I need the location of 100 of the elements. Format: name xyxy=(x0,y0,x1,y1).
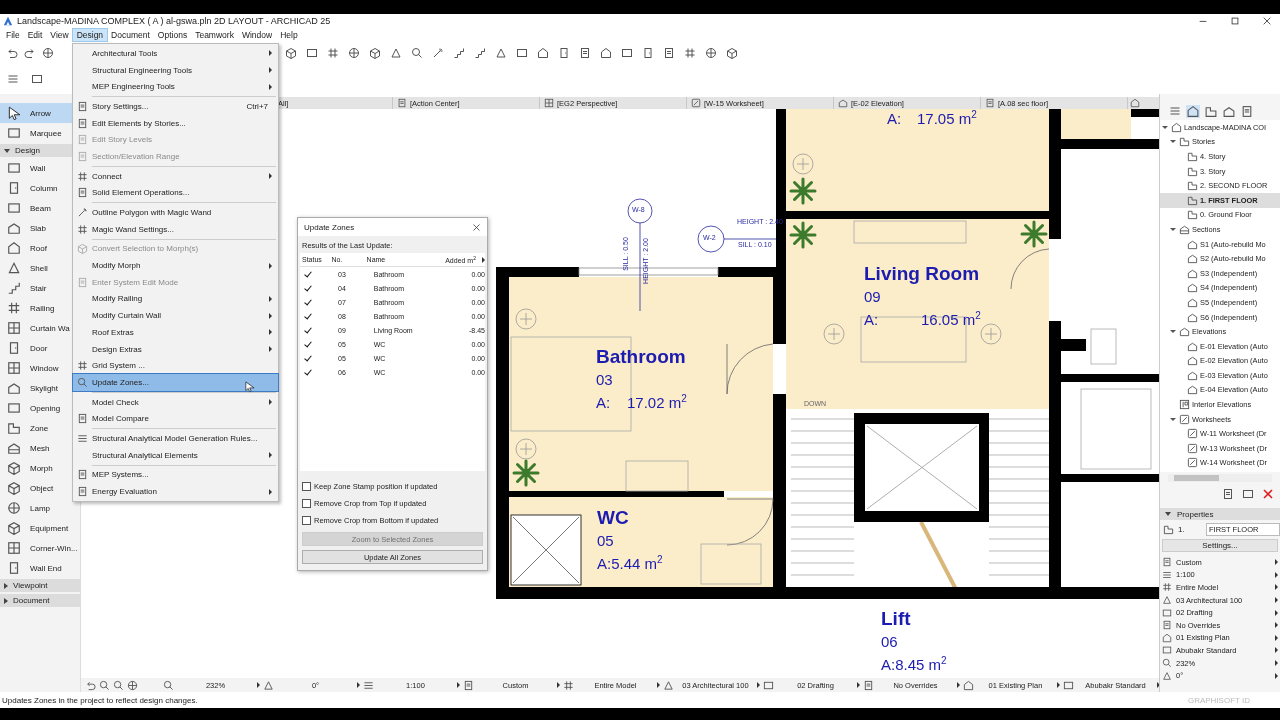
expander-icon[interactable] xyxy=(1170,227,1176,231)
toolbar-tool-icon[interactable] xyxy=(369,47,381,59)
toolbar-tool-icon[interactable] xyxy=(600,47,612,59)
command-icon xyxy=(77,187,88,199)
horizontal-scrollbar[interactable] xyxy=(1168,474,1272,482)
settings-button[interactable]: Settings... xyxy=(1162,539,1278,552)
zoom-control-icon[interactable] xyxy=(85,679,96,691)
caret-icon[interactable] xyxy=(257,682,260,688)
column-arrow-icon[interactable] xyxy=(482,256,485,263)
delete-icon[interactable] xyxy=(1262,488,1274,500)
expander-icon[interactable] xyxy=(1170,417,1176,421)
tool-button[interactable]: Equipment xyxy=(0,518,80,538)
menu-item[interactable]: Structural Engineering Tools xyxy=(73,61,278,79)
navigator-view-icon[interactable] xyxy=(1204,104,1218,118)
tool-icon xyxy=(6,461,22,475)
caret-icon[interactable] xyxy=(757,682,760,688)
expander-icon[interactable] xyxy=(1162,125,1168,129)
menu-item[interactable]: Architectural Tools xyxy=(73,45,278,62)
view-setting-icon[interactable] xyxy=(163,679,174,691)
tool-button[interactable]: Lamp xyxy=(0,498,80,518)
menu-item[interactable]: Options xyxy=(153,29,192,41)
tool-icon xyxy=(6,321,22,335)
caret-icon[interactable] xyxy=(557,682,560,688)
toolbar-tool-icon[interactable] xyxy=(327,47,339,59)
expander-icon[interactable] xyxy=(1170,330,1176,334)
toolbar-tool-icon[interactable] xyxy=(495,47,507,59)
toolbar-tool-icon[interactable] xyxy=(453,47,465,59)
view-setting-icon[interactable] xyxy=(363,679,374,691)
toolbar-tool-icon[interactable] xyxy=(621,47,633,59)
toolbar-tool-icon[interactable] xyxy=(558,47,570,59)
target-icon[interactable] xyxy=(42,47,54,59)
expander-icon[interactable] xyxy=(4,148,10,153)
toolbar-tool-icon[interactable] xyxy=(537,47,549,59)
menu-item[interactable]: Update Zones... xyxy=(73,374,278,391)
view-setting-icon[interactable] xyxy=(263,679,274,691)
menu-item[interactable]: Help xyxy=(276,29,302,41)
toolbar-tool-icon[interactable] xyxy=(285,47,297,59)
close-icon[interactable] xyxy=(1262,16,1272,26)
restore-icon[interactable] xyxy=(1230,16,1240,26)
menu-item[interactable]: Teamwork xyxy=(191,29,238,41)
toolbar-tool-icon[interactable] xyxy=(579,47,591,59)
menu-item[interactable]: File xyxy=(2,29,24,41)
toolbar-tool-icon[interactable] xyxy=(663,47,675,59)
expander-icon[interactable] xyxy=(1170,140,1176,144)
caret-icon[interactable] xyxy=(457,682,460,688)
toolbar-tool-icon[interactable] xyxy=(432,47,444,59)
checkbox[interactable] xyxy=(302,516,311,525)
toolbar-tool-icon[interactable] xyxy=(474,47,486,59)
menu-item[interactable]: Design xyxy=(72,29,108,41)
navigator-view-icon[interactable] xyxy=(1222,104,1236,118)
toolbar-tool-icon[interactable] xyxy=(705,47,717,59)
toolbar-tool-icon[interactable] xyxy=(516,47,528,59)
scroll-thumb[interactable] xyxy=(1174,475,1219,481)
caret-icon[interactable] xyxy=(657,682,660,688)
tool-button[interactable]: Corner-Win... xyxy=(0,538,80,558)
toolbar-tool-icon[interactable] xyxy=(30,73,44,85)
properties-header[interactable]: Properties xyxy=(1160,508,1280,520)
checkbox[interactable] xyxy=(302,499,311,508)
caret-icon[interactable] xyxy=(1057,682,1060,688)
zoom-control-icon[interactable] xyxy=(113,679,124,691)
view-setting-icon[interactable] xyxy=(663,679,674,691)
view-setting-icon[interactable] xyxy=(1063,679,1074,691)
zoom-control-icon[interactable] xyxy=(127,679,138,691)
caret-icon[interactable] xyxy=(357,682,360,688)
toolbox-group-header[interactable]: Document xyxy=(0,594,80,607)
toolbar-tool-icon[interactable] xyxy=(348,47,360,59)
menu-item[interactable]: MEP Engineering Tools xyxy=(73,78,278,96)
caret-icon[interactable] xyxy=(957,682,960,688)
toolbar-tool-icon[interactable] xyxy=(684,47,696,59)
menu-item[interactable]: Window xyxy=(237,29,277,41)
view-setting-icon[interactable] xyxy=(863,679,874,691)
expander-icon[interactable] xyxy=(1165,512,1171,516)
view-setting-icon[interactable] xyxy=(963,679,974,691)
tab-list-icon[interactable] xyxy=(1128,98,1142,108)
view-setting-icon[interactable] xyxy=(463,679,474,691)
toolbar-tool-icon[interactable] xyxy=(726,47,738,59)
toolbar-tool-icon[interactable] xyxy=(642,47,654,59)
new-view-icon[interactable] xyxy=(1242,488,1254,500)
navigator-view-icon[interactable] xyxy=(1240,104,1254,118)
menu-item[interactable]: Edit xyxy=(23,29,47,41)
navigator-view-icon[interactable] xyxy=(1186,104,1200,118)
checkbox[interactable] xyxy=(302,482,311,491)
view-setting-icon[interactable] xyxy=(763,679,774,691)
view-setting-icon[interactable] xyxy=(563,679,574,691)
menu-item[interactable]: Document xyxy=(107,29,154,41)
zoom-control-icon[interactable] xyxy=(99,679,110,691)
redo-icon[interactable] xyxy=(24,47,36,59)
toolbox-group-header[interactable]: Viewpoint xyxy=(0,579,80,592)
toolbar-tool-icon[interactable] xyxy=(306,47,318,59)
command-icon xyxy=(77,486,88,498)
caret-icon[interactable] xyxy=(857,682,860,688)
expander-icon[interactable] xyxy=(4,597,8,604)
undo-icon[interactable] xyxy=(6,47,18,59)
menu-item[interactable]: View xyxy=(46,29,73,41)
close-icon[interactable] xyxy=(472,222,481,232)
tool-button[interactable]: Wall End xyxy=(0,558,80,578)
toolbar-tool-icon[interactable] xyxy=(411,47,423,59)
expander-icon[interactable] xyxy=(4,582,8,589)
toolbar-tool-icon[interactable] xyxy=(390,47,402,59)
new-view-icon[interactable] xyxy=(1222,488,1234,500)
